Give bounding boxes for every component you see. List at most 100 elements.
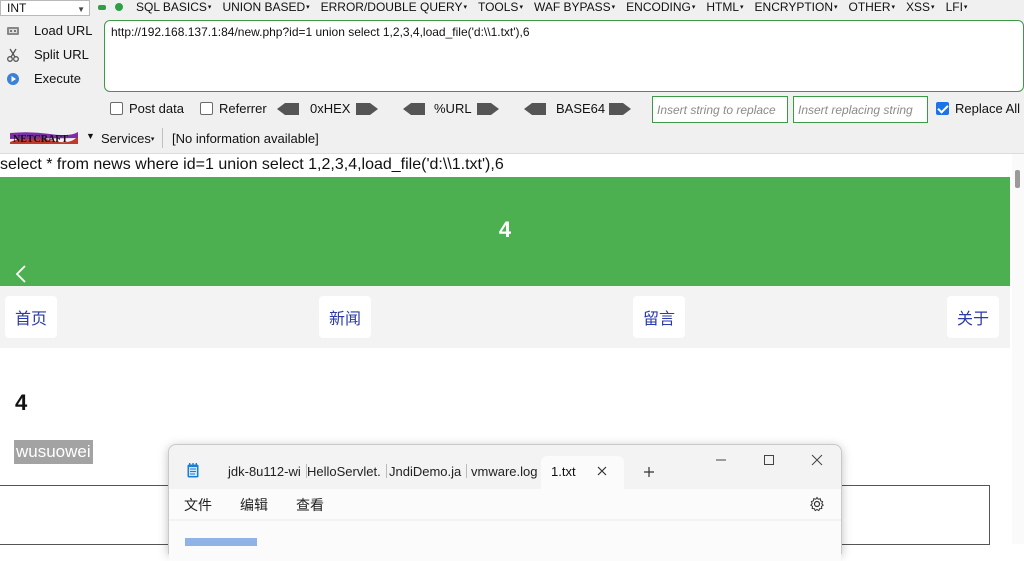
menu-label: LFI: [945, 0, 963, 14]
caret-icon: ▾: [519, 4, 523, 11]
scroll-thumb[interactable]: [1015, 170, 1020, 188]
notepad-tab[interactable]: jdk-8u112-wi: [228, 464, 307, 479]
url-textarea[interactable]: http://192.168.137.1:84/new.php?id=1 uni…: [104, 20, 1024, 92]
divider: [162, 128, 163, 148]
menu-encoding[interactable]: ENCODING▾: [626, 0, 695, 15]
load-url-label: Load URL: [34, 23, 93, 38]
carousel-banner: 4: [0, 177, 1010, 286]
close-tab-icon[interactable]: [597, 466, 607, 476]
menu-union-based[interactable]: UNION BASED▾: [222, 0, 309, 15]
execute-label: Execute: [34, 71, 81, 86]
menu-label: TOOLS: [477, 0, 519, 14]
menu-waf-bypass[interactable]: WAF BYPASS▾: [534, 0, 615, 15]
notepad-tab[interactable]: vmware.log: [471, 464, 537, 479]
chevron-left-icon[interactable]: [14, 265, 28, 283]
menu-other[interactable]: OTHER▾: [849, 0, 896, 15]
notepad-tab[interactable]: JndiDemo.ja: [389, 464, 468, 479]
url-enc-label: %URL: [434, 101, 472, 116]
scissors-icon: [6, 48, 20, 62]
increase-icon[interactable]: [115, 3, 123, 11]
menu-label: ENCRYPTION: [754, 0, 833, 14]
decode-right-arrow-icon[interactable]: [609, 103, 631, 115]
caret-icon: ▾: [463, 4, 467, 11]
active-tab-label: 1.txt: [551, 464, 576, 479]
services-label: Services: [101, 131, 151, 146]
replace-all-label: Replace All: [955, 101, 1021, 116]
netcraft-info-text: [No information available]: [172, 131, 319, 146]
sql-query-echo: select * from news where id=1 union sele…: [0, 156, 504, 173]
split-url-label: Split URL: [34, 47, 89, 62]
notepad-tab-active[interactable]: 1.txt: [541, 456, 624, 490]
encode-left-arrow-icon[interactable]: [524, 103, 546, 115]
menu-sql-basics[interactable]: SQL BASICS▾: [136, 0, 211, 15]
nav-home[interactable]: 首页: [5, 296, 57, 338]
article-subtitle: wusuowei: [14, 440, 93, 464]
close-window-icon[interactable]: [810, 453, 824, 467]
caret-icon: ▾: [834, 4, 838, 11]
minimize-icon[interactable]: [714, 453, 728, 467]
insert-string-input[interactable]: Insert string to replace: [652, 96, 788, 123]
encode-left-arrow-icon[interactable]: [403, 103, 425, 115]
menu-label: UNION BASED: [222, 0, 306, 14]
netcraft-dropdown-icon[interactable]: ▼: [86, 131, 95, 141]
page-scrollbar[interactable]: [1012, 154, 1024, 544]
notepad-window: jdk-8u112-wi HelloServlet. JndiDemo.ja v…: [168, 444, 843, 561]
decrease-icon[interactable]: [98, 5, 106, 10]
hackbar-menu-row: INT ▼ SQL BASICS▾ UNION BASED▾ ERROR/DOU…: [0, 0, 1024, 16]
post-data-label: Post data: [129, 101, 184, 116]
menu-file[interactable]: 文件: [184, 495, 212, 515]
menu-label: OTHER: [848, 0, 891, 14]
hex-label: 0xHEX: [310, 101, 351, 116]
execute-button[interactable]: Execute: [6, 71, 81, 86]
services-menu[interactable]: Services▾: [101, 131, 154, 146]
split-url-button[interactable]: Split URL: [6, 47, 89, 62]
referrer-label: Referrer: [219, 101, 267, 116]
caret-icon: ▾: [150, 136, 155, 143]
notepad-tab-strip: jdk-8u112-wi HelloServlet. JndiDemo.ja v…: [169, 445, 843, 490]
netcraft-logo[interactable]: NETCRAFT: [10, 130, 78, 146]
netcraft-row: NETCRAFT ▼ Services▾ [No information ava…: [0, 128, 1024, 150]
caret-icon: ▾: [963, 4, 968, 11]
decode-right-arrow-icon[interactable]: [356, 103, 378, 115]
nav-news[interactable]: 新闻: [319, 296, 371, 338]
caret-icon: ▾: [891, 4, 896, 11]
menu-label: SQL BASICS: [136, 0, 207, 14]
new-tab-plus-icon[interactable]: [643, 466, 655, 478]
caret-icon: ▾: [306, 4, 310, 11]
banner-number: 4: [498, 217, 512, 242]
referrer-checkbox[interactable]: [200, 102, 213, 115]
caret-icon: ▾: [611, 4, 616, 11]
menu-xss[interactable]: XSS▾: [906, 0, 935, 15]
encode-left-arrow-icon[interactable]: [277, 103, 299, 115]
hackbar-menus: SQL BASICS▾ UNION BASED▾ ERROR/DOUBLE QU…: [136, 0, 967, 15]
post-data-checkbox[interactable]: [110, 102, 123, 115]
notepad-text-area[interactable]: [169, 521, 841, 561]
menu-tools[interactable]: TOOLS▾: [478, 0, 523, 15]
menu-encryption[interactable]: ENCRYPTION▾: [755, 0, 838, 15]
svg-text:NETCRAFT: NETCRAFT: [13, 134, 68, 145]
load-url-icon: [6, 24, 20, 38]
decode-right-arrow-icon[interactable]: [477, 103, 499, 115]
menu-edit[interactable]: 编辑: [240, 495, 268, 515]
article-title: 4: [15, 390, 28, 415]
menu-error-double-query[interactable]: ERROR/DOUBLE QUERY▾: [321, 0, 467, 15]
caret-icon: ▾: [691, 4, 696, 11]
menu-label: ENCODING: [626, 0, 691, 14]
menu-view[interactable]: 查看: [296, 495, 324, 515]
notepad-app-icon: [187, 463, 199, 478]
gear-icon[interactable]: [809, 496, 825, 512]
menu-lfi[interactable]: LFI▾: [946, 0, 968, 15]
hackbar-toolbar: INT ▼ SQL BASICS▾ UNION BASED▾ ERROR/DOU…: [0, 0, 1024, 154]
load-url-button[interactable]: Load URL: [6, 23, 93, 38]
maximize-icon[interactable]: [762, 453, 776, 467]
nav-about[interactable]: 关于: [947, 296, 999, 338]
injection-type-select[interactable]: INT ▼: [0, 0, 90, 16]
replace-all-checkbox[interactable]: [936, 102, 949, 115]
caret-icon: ▾: [931, 4, 935, 11]
nav-message[interactable]: 留言: [633, 296, 685, 338]
injection-type-value: INT: [7, 1, 27, 15]
replacing-string-input[interactable]: Insert replacing string: [793, 96, 928, 123]
menu-html[interactable]: HTML▾: [706, 0, 743, 15]
site-nav: 首页 新闻 留言 关于: [0, 286, 1010, 348]
notepad-tab[interactable]: HelloServlet.: [307, 464, 387, 479]
